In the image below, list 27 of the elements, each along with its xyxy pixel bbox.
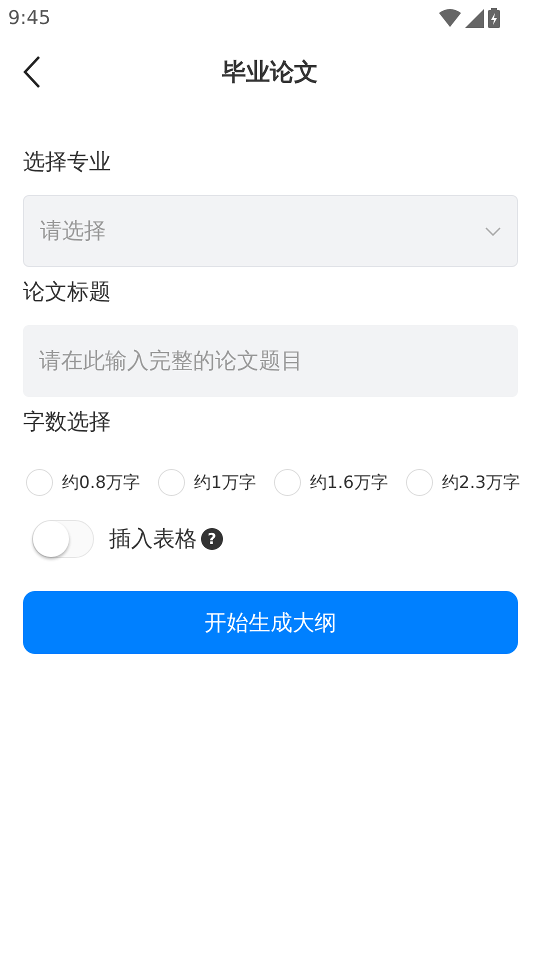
- word-count-option[interactable]: 约0.8万字: [26, 469, 140, 496]
- title-input-field[interactable]: 请在此输入完整的论文题目: [23, 325, 518, 397]
- radio-button[interactable]: [274, 469, 301, 496]
- field-label: 字数选择: [23, 410, 111, 435]
- radio-button[interactable]: [158, 469, 186, 496]
- page-title: 毕业论文: [222, 57, 318, 88]
- generate-outline-button[interactable]: 开始生成大纲: [23, 591, 518, 654]
- radio-button[interactable]: [406, 469, 433, 496]
- option-label: 约1.6万字: [310, 472, 388, 494]
- help-icon[interactable]: ?: [201, 528, 223, 550]
- option-label: 约1万字: [194, 472, 256, 494]
- field-label: 论文标题: [23, 280, 111, 305]
- battery-icon: [488, 8, 500, 28]
- toggle-label: 插入表格: [109, 526, 197, 554]
- status-time: 9:45: [8, 7, 51, 29]
- word-count-option[interactable]: 约2.3万字: [406, 469, 520, 496]
- signal-icon: [465, 8, 484, 28]
- toggle-switch[interactable]: [32, 520, 94, 558]
- word-count-option[interactable]: 约1万字: [158, 469, 256, 496]
- chevron-down-icon: [485, 226, 501, 236]
- radio-button[interactable]: [26, 469, 53, 496]
- option-label: 约2.3万字: [442, 472, 520, 494]
- field-label: 选择专业: [23, 150, 111, 175]
- wifi-icon: [439, 9, 461, 27]
- back-icon[interactable]: [22, 56, 42, 88]
- option-label: 约0.8万字: [62, 472, 140, 494]
- word-count-option[interactable]: 约1.6万字: [274, 469, 388, 496]
